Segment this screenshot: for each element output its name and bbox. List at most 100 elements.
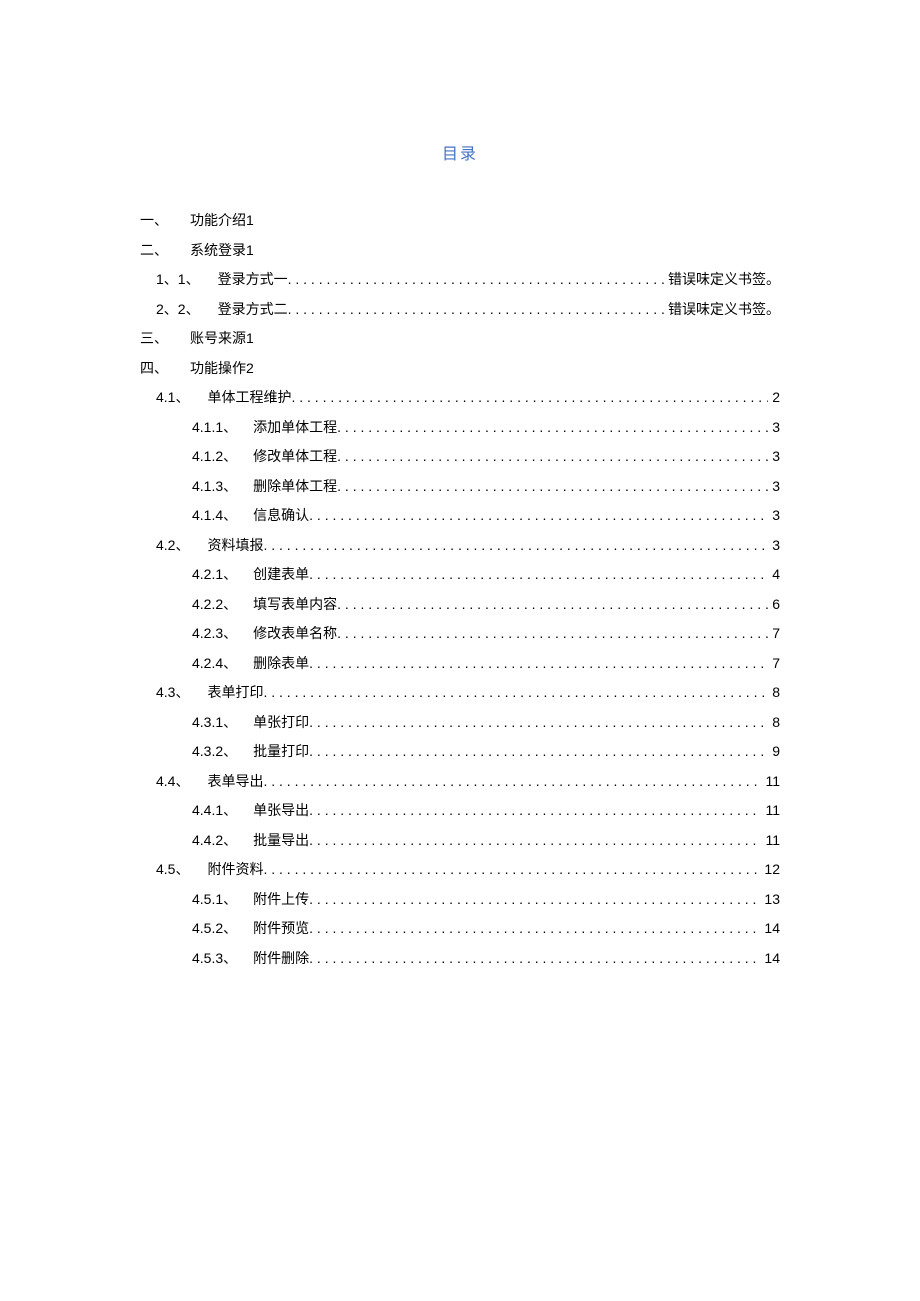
toc-entry[interactable]: 4.5、附件资料 12: [140, 859, 780, 879]
toc-entry-number: 4.4、: [156, 771, 189, 791]
toc-entry-number: 4.4.1、: [192, 800, 237, 820]
toc-entry-page: 11: [761, 773, 780, 789]
toc-entry-title: 单体工程维护: [207, 387, 291, 407]
toc-entry-page: 3: [768, 507, 780, 523]
toc-leader-dots: [263, 684, 768, 700]
toc-leader-dots: [337, 419, 768, 435]
toc-leader-dots: [309, 832, 761, 848]
toc-entry[interactable]: 4.2.1、创建表单4: [140, 564, 780, 584]
toc-list: 一、功能介绍1二、系统登录11、1、登录方式一错误味定义书签。2、2、登录方式二…: [140, 210, 780, 968]
toc-entry[interactable]: 4.1、单体工程维护2: [140, 387, 780, 407]
toc-entry[interactable]: 4.5.2、附件预览14: [140, 918, 780, 938]
toc-entry[interactable]: 4.1.2、修改单体工程 3: [140, 446, 780, 466]
toc-entry-number: 4.1.3、: [192, 476, 237, 496]
toc-entry[interactable]: 4.1.4、信息确认3: [140, 505, 780, 525]
toc-entry-title: 修改表单名称: [253, 623, 337, 643]
toc-entry[interactable]: 4.4、表单导出 11: [140, 771, 780, 791]
toc-entry-title: 附件删除: [253, 948, 309, 968]
toc-entry[interactable]: 4.4.1、单张导出11: [140, 800, 780, 820]
toc-entry-number: 2、2、: [156, 299, 200, 319]
toc-entry[interactable]: 4.5.1、附件上传 13: [140, 889, 780, 909]
toc-leader-dots: [309, 891, 760, 907]
toc-entry[interactable]: 4.2.2、填写表单内容 6: [140, 594, 780, 614]
toc-leader-dots: [337, 596, 768, 612]
toc-entry-number: 4.5、: [156, 859, 189, 879]
toc-entry-number: 4.3.2、: [192, 741, 237, 761]
toc-entry-page: 错误味定义书签。: [664, 299, 780, 319]
toc-entry-title: 表单导出: [207, 771, 263, 791]
toc-entry-page: 12: [760, 861, 780, 877]
toc-entry-number: 4.2.4、: [192, 653, 237, 673]
toc-entry[interactable]: 二、系统登录1: [140, 240, 780, 260]
toc-entry-title: 表单打印: [207, 682, 263, 702]
toc-entry-number: 4.3.1、: [192, 712, 237, 732]
toc-entry-title: 修改单体工程: [253, 446, 337, 466]
toc-entry-page: 6: [768, 596, 780, 612]
toc-entry[interactable]: 一、功能介绍1: [140, 210, 780, 230]
toc-entry-title: 填写表单内容: [253, 594, 337, 614]
toc-entry-title: 登录方式二: [218, 299, 288, 319]
toc-entry[interactable]: 4.3、表单打印8: [140, 682, 780, 702]
toc-entry[interactable]: 4.3.2、批量打印9: [140, 741, 780, 761]
toc-entry-page: 3: [768, 537, 780, 553]
toc-leader-dots: [309, 950, 760, 966]
toc-entry-title: 单张打印: [253, 712, 309, 732]
toc-leader-dots: [309, 920, 760, 936]
toc-leader-dots: [309, 566, 768, 582]
toc-leader-dots: [263, 861, 760, 877]
toc-entry[interactable]: 4.2.4、删除表单7: [140, 653, 780, 673]
toc-entry-title: 登录方式一: [218, 269, 288, 289]
toc-entry-page: 8: [768, 714, 780, 730]
toc-leader-dots: [263, 537, 768, 553]
toc-entry[interactable]: 1、1、登录方式一错误味定义书签。: [140, 269, 780, 289]
toc-entry-number: 4.5.3、: [192, 948, 237, 968]
toc-leader-dots: [337, 625, 768, 641]
toc-entry-number: 4.2、: [156, 535, 189, 555]
toc-entry[interactable]: 4.1.3、删除单体工程 3: [140, 476, 780, 496]
toc-title: 目录: [140, 140, 780, 164]
toc-entry-title: 功能介绍1: [190, 210, 254, 230]
toc-entry-number: 4.5.1、: [192, 889, 237, 909]
toc-entry-page: 14: [760, 950, 780, 966]
toc-leader-dots: [337, 448, 768, 464]
toc-entry-number: 4.2.1、: [192, 564, 237, 584]
toc-entry-number: 一、: [140, 210, 190, 230]
toc-leader-dots: [309, 802, 761, 818]
toc-entry[interactable]: 4.4.2、批量导出11: [140, 830, 780, 850]
toc-entry[interactable]: 三、账号来源1: [140, 328, 780, 348]
toc-entry[interactable]: 四、功能操作2: [140, 358, 780, 378]
toc-entry-number: 4.2.2、: [192, 594, 237, 614]
toc-entry-number: 二、: [140, 240, 190, 260]
toc-leader-dots: [309, 743, 768, 759]
toc-entry-title: 附件资料: [207, 859, 263, 879]
toc-entry[interactable]: 4.1.1、添加单体工程3: [140, 417, 780, 437]
toc-entry-page: 错误味定义书签。: [664, 269, 780, 289]
toc-entry-page: 8: [768, 684, 780, 700]
toc-entry[interactable]: 4.2、资料填报3: [140, 535, 780, 555]
toc-entry-title: 批量导出: [253, 830, 309, 850]
toc-entry-title: 账号来源1: [190, 328, 254, 348]
toc-entry[interactable]: 4.2.3、修改表单名称7: [140, 623, 780, 643]
toc-entry-page: 3: [768, 478, 780, 494]
toc-leader-dots: [263, 773, 761, 789]
toc-leader-dots: [309, 714, 768, 730]
toc-entry[interactable]: 4.5.3、附件删除 14: [140, 948, 780, 968]
toc-entry-page: 7: [768, 625, 780, 641]
toc-entry-number: 4.1.2、: [192, 446, 237, 466]
toc-entry[interactable]: 2、2、登录方式二 错误味定义书签。: [140, 299, 780, 319]
toc-entry-page: 9: [768, 743, 780, 759]
toc-entry-number: 4.4.2、: [192, 830, 237, 850]
toc-entry-number: 四、: [140, 358, 190, 378]
toc-entry-title: 删除表单: [253, 653, 309, 673]
toc-entry-number: 4.1.4、: [192, 505, 237, 525]
toc-entry-page: 13: [760, 891, 780, 907]
toc-entry-page: 3: [768, 419, 780, 435]
toc-entry-title: 附件预览: [253, 918, 309, 938]
toc-entry-page: 4: [768, 566, 780, 582]
toc-entry-title: 附件上传: [253, 889, 309, 909]
toc-entry-title: 添加单体工程: [253, 417, 337, 437]
toc-entry-page: 2: [768, 389, 780, 405]
toc-entry[interactable]: 4.3.1、单张打印 8: [140, 712, 780, 732]
toc-entry-title: 删除单体工程: [253, 476, 337, 496]
toc-entry-page: 3: [768, 448, 780, 464]
